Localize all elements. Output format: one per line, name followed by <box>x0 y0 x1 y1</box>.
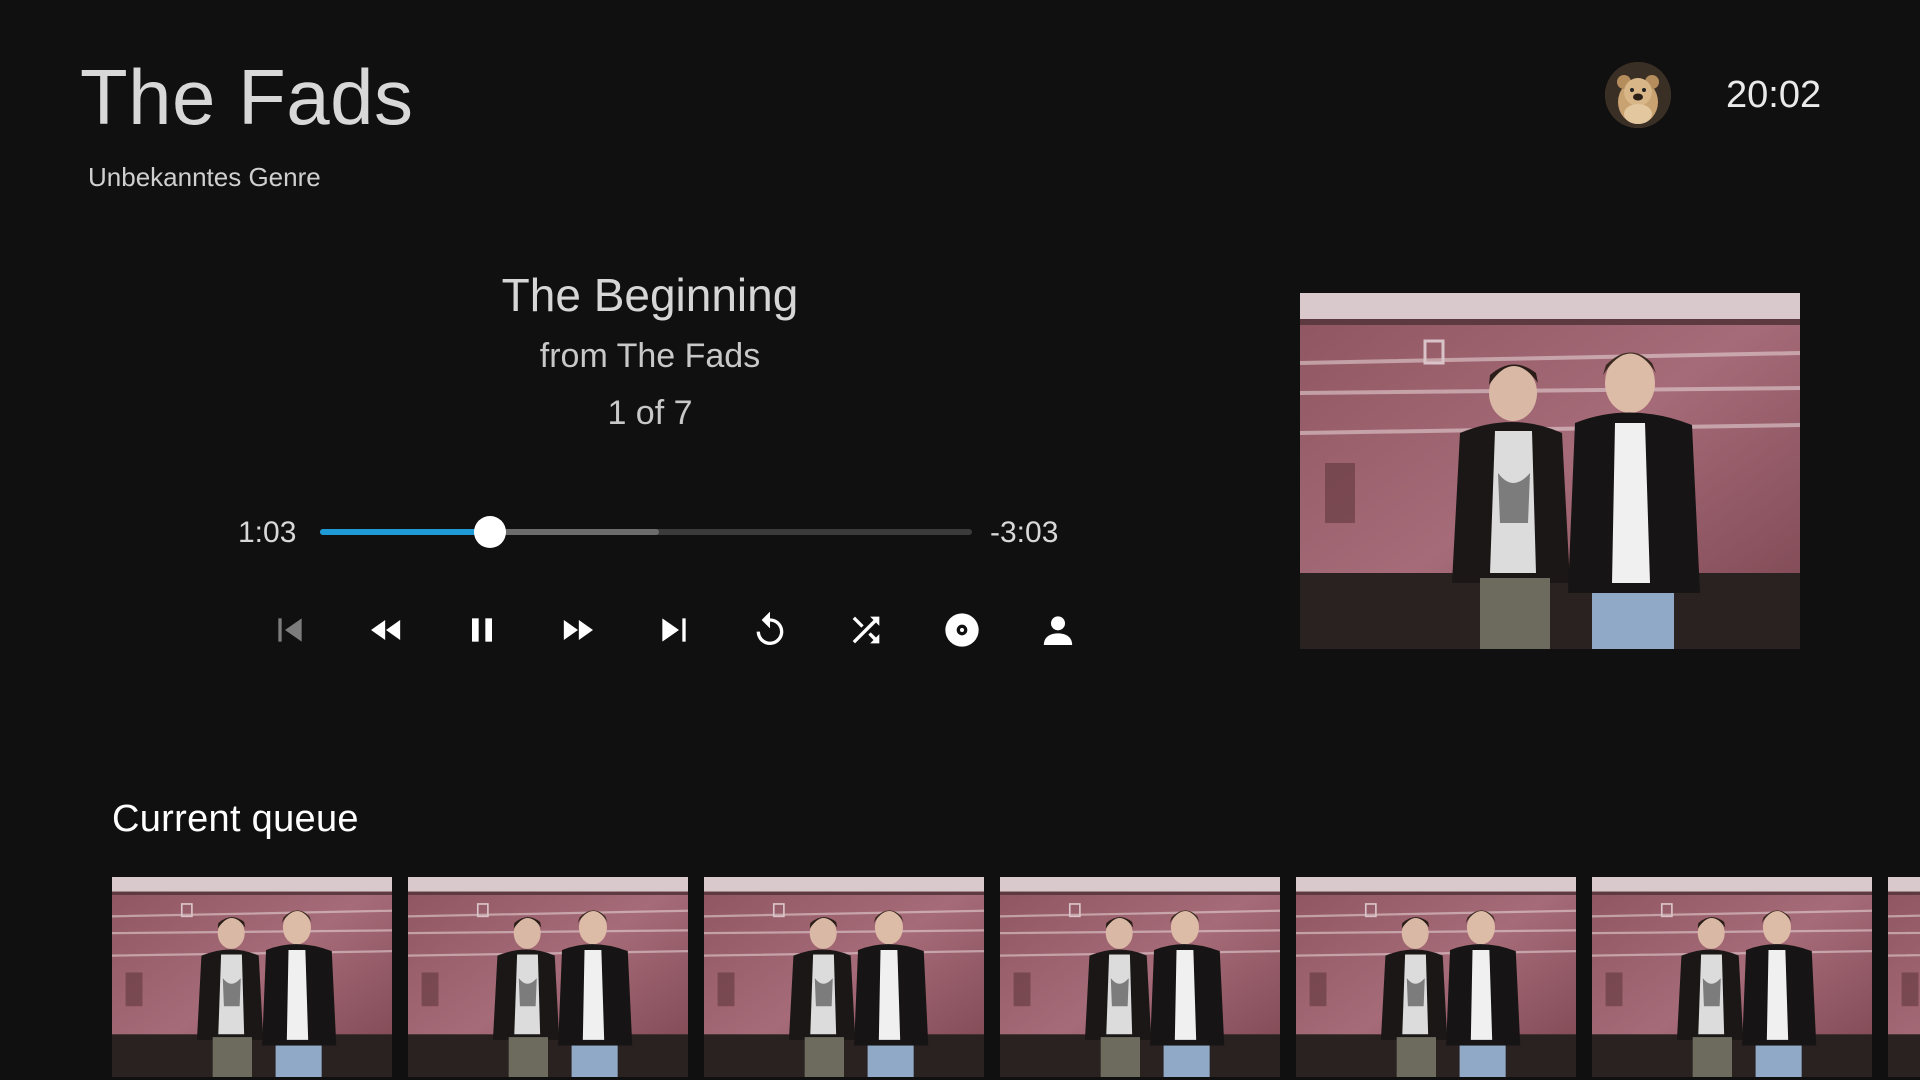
queue-item-cover <box>112 877 392 1077</box>
album-cover <box>1300 293 1800 649</box>
repeat-button[interactable] <box>722 608 818 652</box>
pause-button[interactable] <box>434 608 530 652</box>
music-player-screen: The Fads Unbekanntes Genre 20:02 The Beg… <box>0 0 1920 1080</box>
queue-item-cover <box>1296 877 1576 1077</box>
queue-item[interactable] <box>112 877 392 1080</box>
queue-item-cover <box>1888 877 1920 1077</box>
fast-forward-button[interactable] <box>530 608 626 652</box>
skip-next-icon <box>662 618 686 642</box>
rewind-icon <box>371 620 401 640</box>
album-button[interactable] <box>914 608 1010 652</box>
queue-list <box>112 877 1920 1080</box>
fast-forward-icon <box>563 620 593 640</box>
album-title: The Fads <box>80 53 414 141</box>
repeat-icon <box>756 611 784 645</box>
shuffle-icon <box>852 616 880 644</box>
skip-next-button[interactable] <box>626 608 722 652</box>
queue-item-cover <box>1592 877 1872 1077</box>
queue-item[interactable] <box>1000 877 1280 1080</box>
queue-item[interactable] <box>704 877 984 1080</box>
album-cover-art <box>1300 293 1800 649</box>
bear-avatar-icon <box>1605 62 1671 128</box>
queue-item-cover <box>704 877 984 1077</box>
track-title: The Beginning <box>501 269 799 321</box>
album-icon <box>945 613 979 647</box>
pause-icon <box>472 618 492 642</box>
user-avatar[interactable] <box>1605 62 1671 128</box>
skip-previous-button[interactable] <box>242 608 338 652</box>
rewind-button[interactable] <box>338 608 434 652</box>
skip-previous-icon <box>278 618 302 642</box>
clock: 20:02 <box>1726 74 1822 116</box>
track-index: 1 of 7 <box>607 394 693 433</box>
genre-label: Unbekanntes Genre <box>88 162 321 192</box>
artist-icon <box>1043 616 1073 645</box>
shuffle-button[interactable] <box>818 608 914 652</box>
queue-item[interactable] <box>1592 877 1872 1080</box>
elapsed-time: 1:03 <box>238 516 297 549</box>
track-info: The Beginning from The Fads 1 of 7 <box>250 268 1050 433</box>
remaining-time: -3:03 <box>990 516 1059 549</box>
artist-button[interactable] <box>1010 608 1106 652</box>
queue-item-cover <box>408 877 688 1077</box>
queue-item[interactable] <box>408 877 688 1080</box>
seek-bar-progress <box>320 529 490 535</box>
seek-bar[interactable] <box>320 516 972 548</box>
seek-bar-thumb[interactable] <box>473 516 506 548</box>
queue-heading: Current queue <box>112 798 359 840</box>
playback-controls <box>242 608 1106 652</box>
queue-item[interactable] <box>1888 877 1920 1080</box>
queue-item-cover <box>1000 877 1280 1077</box>
track-album-line: from The Fads <box>539 337 761 376</box>
queue-item[interactable] <box>1296 877 1576 1080</box>
